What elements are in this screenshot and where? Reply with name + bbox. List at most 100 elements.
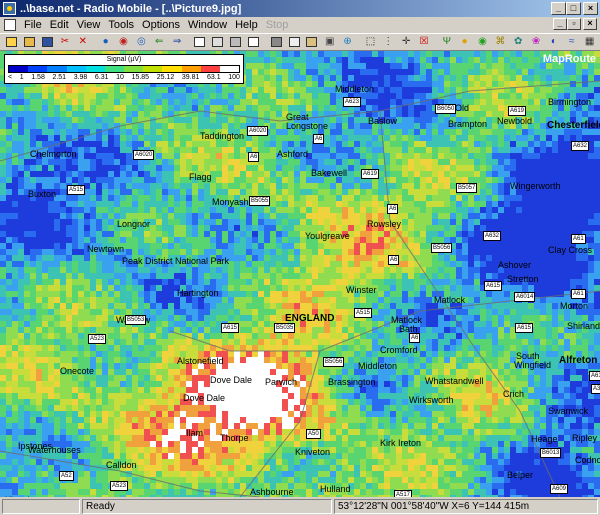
road-label: A50	[306, 429, 321, 439]
legend-swatch	[162, 66, 182, 72]
road-label: A6	[409, 333, 421, 343]
legend-tick: <	[8, 74, 13, 81]
new-icon[interactable]	[4, 35, 19, 49]
radio-icon[interactable]: ●	[457, 35, 472, 49]
polar-icon[interactable]: ⌘	[493, 35, 508, 49]
legend-tick: 2.51	[52, 74, 67, 81]
car-icon[interactable]: ▣	[322, 35, 337, 49]
legend-tick: 25.12	[156, 74, 175, 81]
doc-restore-button[interactable]: ▫	[567, 18, 581, 30]
place-label: Brassington	[328, 377, 376, 387]
window-title: ..\base.net - Radio Mobile - [..\Picture…	[20, 2, 242, 15]
print-icon[interactable]	[269, 35, 284, 49]
open-icon[interactable]	[22, 35, 37, 49]
menu-help[interactable]: Help	[231, 19, 262, 31]
menu-window[interactable]: Window	[184, 19, 231, 31]
place-label: Codnor	[575, 455, 600, 465]
road-label: A6	[387, 204, 399, 214]
legend-tick: 100	[228, 74, 240, 81]
place-label: Heage	[531, 434, 558, 444]
road-label: B5056	[323, 357, 345, 367]
place-label: Rowsley	[367, 219, 402, 229]
menu-edit[interactable]: Edit	[46, 19, 73, 31]
menu-tools[interactable]: Tools	[104, 19, 138, 31]
road-label: B6050	[435, 104, 457, 114]
coverage-icon[interactable]: ◉	[475, 35, 490, 49]
link-icon[interactable]: ◎	[134, 35, 149, 49]
doc-close-button[interactable]: ×	[583, 18, 597, 30]
place-label: Alfreton	[559, 355, 598, 366]
document-icon[interactable]	[4, 19, 16, 31]
copy-icon[interactable]	[287, 35, 302, 49]
menu-file[interactable]: File	[20, 19, 46, 31]
place-label: Hulland	[320, 484, 351, 494]
place-label: Winster	[346, 285, 377, 295]
place-label: Kniveton	[295, 447, 331, 457]
place-label: Shirland	[567, 321, 600, 331]
road-label: A6	[248, 152, 260, 162]
place-label: Whatstandwell	[425, 376, 484, 386]
frame3-icon[interactable]	[228, 35, 243, 49]
place-label: Ashford	[277, 149, 309, 159]
cross-icon[interactable]: ✛	[399, 35, 414, 49]
place-label: Wingerworth	[510, 181, 561, 191]
place-label: Stretton	[507, 274, 539, 284]
paste-icon[interactable]	[305, 35, 320, 49]
legend-color-bar	[8, 65, 240, 73]
place-label: Youlgreave	[305, 231, 350, 241]
merge-icon[interactable]: ✕	[75, 35, 90, 49]
doc-minimize-button[interactable]: _	[553, 18, 567, 30]
legend-swatch	[28, 66, 48, 72]
road-label: A615	[221, 323, 240, 333]
tools-icon[interactable]: ✂	[58, 35, 73, 49]
place-label: Ashbourne	[250, 487, 294, 497]
arrow-left-icon[interactable]: ⇐	[152, 35, 167, 49]
place-label: Wingfield	[514, 360, 552, 370]
sound-icon[interactable]: ❀	[529, 35, 544, 49]
frame2-icon[interactable]	[210, 35, 225, 49]
legend-swatch	[9, 66, 29, 72]
spectrum-icon[interactable]: ✿	[511, 35, 526, 49]
select-icon[interactable]: ⬚	[363, 35, 378, 49]
network-view-icon[interactable]: ◐	[546, 35, 561, 49]
road-label: B5035	[274, 323, 296, 333]
place-label: Longnor	[117, 219, 151, 229]
frame1-icon[interactable]	[192, 35, 207, 49]
frame4-icon[interactable]	[246, 35, 261, 49]
place-label: Kirk Ireton	[380, 438, 422, 448]
antenna-icon[interactable]: Ψ	[439, 35, 454, 49]
grid-icon[interactable]: ⋮	[381, 35, 396, 49]
app-icon[interactable]	[3, 2, 16, 15]
close-map-icon[interactable]: ☒	[417, 35, 432, 49]
arrow-right-icon[interactable]: ⇒	[170, 35, 185, 49]
grid-view-icon[interactable]: ▦	[582, 35, 597, 49]
toolbar: ✂ ✕ ● ◉ ◎ ⇐ ⇒ ▣ ⊕ ⬚ ⋮ ✛ ☒ Ψ ● ◉ ⌘ ✿ ❀ ◐ …	[0, 33, 600, 51]
close-button[interactable]: ×	[583, 2, 598, 15]
road-label: B6013	[540, 448, 562, 458]
network-icon[interactable]: ◉	[116, 35, 131, 49]
place-label: Swanwick	[548, 406, 589, 416]
place-label: Morton	[560, 301, 589, 311]
place-label: Hartington	[177, 288, 219, 298]
minimize-button[interactable]: _	[551, 2, 566, 15]
place-label: Monyash	[212, 197, 249, 207]
menu-view[interactable]: View	[73, 19, 105, 31]
wave-icon[interactable]: ≈	[564, 35, 579, 49]
road-label: A609	[550, 484, 569, 494]
zoom-icon[interactable]: ⊕	[340, 35, 355, 49]
coverage-map[interactable]: Signal (µV) <1 1.58 2.51 3.98 6.31 10 15.85 25.…	[0, 51, 600, 497]
place-label: Calldon	[106, 460, 137, 470]
coordinate-readout: 53°12'28"N 001°58'40"W X=6 Y=144 415m	[334, 498, 598, 514]
place-label: Birmington	[548, 97, 592, 107]
legend-tick: 3.98	[73, 74, 88, 81]
place-label: Wirksworth	[409, 395, 454, 405]
maximize-button[interactable]: □	[566, 2, 581, 15]
globe-icon[interactable]: ●	[98, 35, 113, 49]
save-icon[interactable]	[40, 35, 55, 49]
place-label: Ilam	[186, 428, 204, 438]
menu-options[interactable]: Options	[138, 19, 184, 31]
road-label: A615	[515, 323, 534, 333]
legend-tick: 39.81	[181, 74, 200, 81]
legend-title: Signal (µV)	[106, 56, 142, 63]
road-label: A619	[508, 106, 527, 116]
